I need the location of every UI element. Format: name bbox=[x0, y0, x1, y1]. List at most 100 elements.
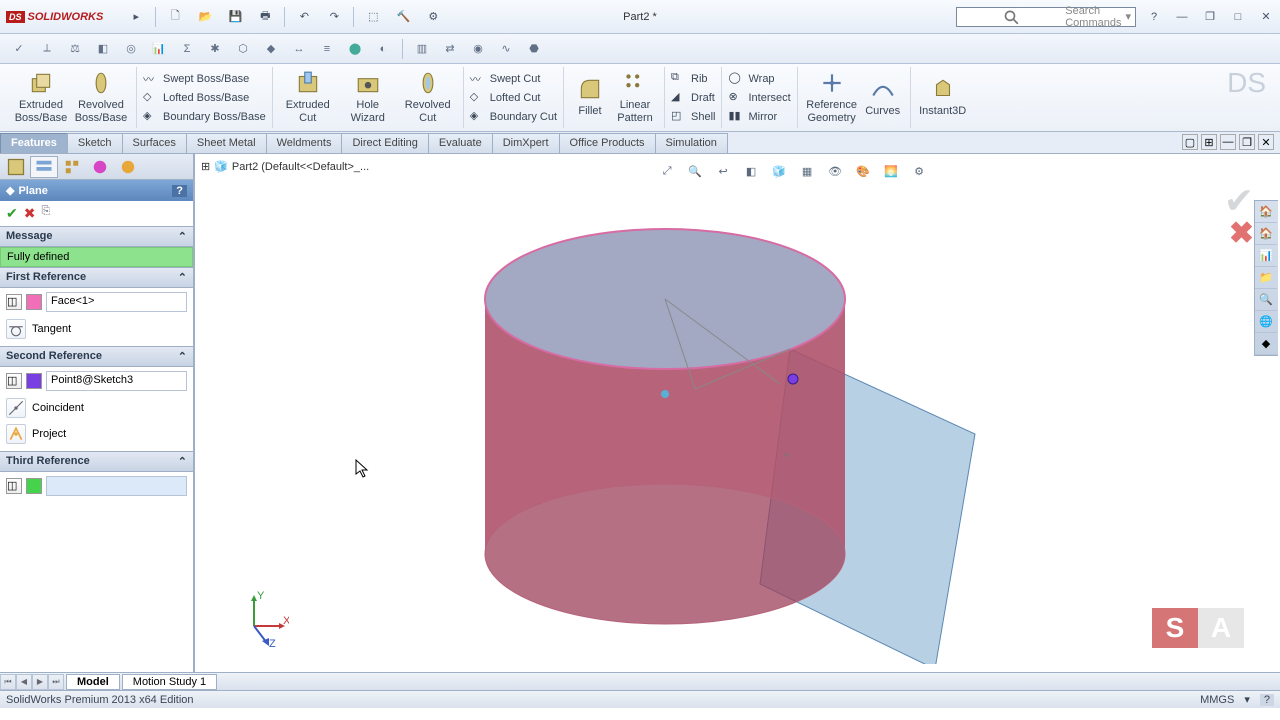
thickness-icon[interactable]: ▥ bbox=[411, 38, 433, 60]
tab-nav-next[interactable]: ▶ bbox=[32, 674, 48, 690]
dfm-icon[interactable]: ⬣ bbox=[523, 38, 545, 60]
redo-button[interactable]: ↷ bbox=[321, 5, 347, 29]
statistics-icon[interactable]: 📊 bbox=[148, 38, 170, 60]
close-button[interactable]: ✕ bbox=[1258, 9, 1274, 25]
viewport-close-icon[interactable]: ✕ bbox=[1258, 134, 1274, 150]
mass-props-icon[interactable]: ⚖ bbox=[64, 38, 86, 60]
custom-props-icon[interactable]: 🌐 bbox=[1255, 311, 1277, 333]
hole-wizard-button[interactable]: Hole Wizard bbox=[339, 70, 397, 125]
draft-analysis-icon[interactable]: ◐ bbox=[372, 38, 394, 60]
options-button[interactable]: ⚙ bbox=[420, 5, 446, 29]
selection-icon[interactable]: ◫ bbox=[6, 294, 22, 310]
pm-cancel-button[interactable]: ✖ bbox=[24, 205, 36, 222]
boundary-boss-button[interactable]: ◈Boundary Boss/Base bbox=[143, 109, 266, 125]
tab-model[interactable]: Model bbox=[66, 674, 120, 690]
project-option[interactable]: Project bbox=[6, 421, 187, 447]
extruded-boss-button[interactable]: Extruded Boss/Base bbox=[12, 70, 70, 125]
flow-icon[interactable]: ∿ bbox=[495, 38, 517, 60]
pm-tab-configuration[interactable] bbox=[58, 156, 86, 178]
tab-evaluate[interactable]: Evaluate bbox=[428, 133, 493, 153]
curves-button[interactable]: Curves bbox=[862, 70, 904, 125]
tab-features[interactable]: Features bbox=[0, 133, 68, 153]
pm-tab-dimxpert[interactable] bbox=[86, 156, 114, 178]
revolved-boss-button[interactable]: Revolved Boss/Base bbox=[72, 70, 130, 125]
pm-message-header[interactable]: Message⌃ bbox=[0, 226, 193, 247]
selection-icon[interactable]: ◫ bbox=[6, 478, 22, 494]
section-props-icon[interactable]: ◧ bbox=[92, 38, 114, 60]
tab-nav-prev[interactable]: ◀ bbox=[16, 674, 32, 690]
pm-tab-display[interactable] bbox=[114, 156, 142, 178]
tab-nav-last[interactable]: ⏭ bbox=[48, 674, 64, 690]
tangent-option[interactable]: Tangent bbox=[6, 316, 187, 342]
pm-help-button[interactable]: ? bbox=[172, 185, 187, 197]
instant3d-button[interactable]: Instant3D bbox=[917, 76, 969, 118]
maximize-button[interactable]: □ bbox=[1230, 9, 1246, 25]
rebuild-button[interactable]: 🔨 bbox=[390, 5, 416, 29]
import-diag-icon[interactable]: ◆ bbox=[260, 38, 282, 60]
coincident-option[interactable]: Coincident bbox=[6, 395, 187, 421]
appearances-icon[interactable]: 🔍 bbox=[1255, 289, 1277, 311]
spell-check-icon[interactable]: ✓ bbox=[8, 38, 30, 60]
graphics-viewport[interactable]: ⊞ 🧊 Part2 (Default<<Default>_... ⤢ 🔍 ↩ ◧… bbox=[195, 154, 1280, 672]
deviation-icon[interactable]: ↔ bbox=[288, 38, 310, 60]
save-button[interactable]: 💾 bbox=[222, 5, 248, 29]
open-button[interactable]: 📂 bbox=[192, 5, 218, 29]
tab-nav-first[interactable]: ⏮ bbox=[0, 674, 16, 690]
design-library-icon[interactable]: 🏠 bbox=[1255, 223, 1277, 245]
ref1-selection-field[interactable]: Face<1> bbox=[46, 292, 187, 312]
swept-cut-button[interactable]: 〰Swept Cut bbox=[470, 71, 557, 87]
rib-button[interactable]: ⧉Rib bbox=[671, 71, 715, 87]
selection-icon[interactable]: ◫ bbox=[6, 373, 22, 389]
status-units[interactable]: MMGS bbox=[1200, 694, 1234, 706]
compare-icon[interactable]: ⇄ bbox=[439, 38, 461, 60]
sensor-icon[interactable]: ◎ bbox=[120, 38, 142, 60]
minimize-button[interactable]: — bbox=[1174, 9, 1190, 25]
tab-sheet-metal[interactable]: Sheet Metal bbox=[186, 133, 267, 153]
view-palette-icon[interactable]: 📁 bbox=[1255, 267, 1277, 289]
print-button[interactable]: 🖶 bbox=[252, 5, 278, 29]
equations-icon[interactable]: Σ bbox=[176, 38, 198, 60]
status-help-icon[interactable]: ? bbox=[1260, 694, 1274, 706]
restore-button[interactable]: ❐ bbox=[1202, 9, 1218, 25]
lofted-cut-button[interactable]: ◇Lofted Cut bbox=[470, 90, 557, 106]
pm-third-ref-header[interactable]: Third Reference⌃ bbox=[0, 451, 193, 472]
curvature-icon[interactable]: ⬤ bbox=[344, 38, 366, 60]
simulation-icon[interactable]: ◉ bbox=[467, 38, 489, 60]
pm-ok-button[interactable]: ✔ bbox=[6, 205, 18, 222]
new-button[interactable]: 🗋 bbox=[162, 5, 188, 29]
help-button[interactable]: ? bbox=[1146, 9, 1162, 25]
swept-boss-button[interactable]: 〰Swept Boss/Base bbox=[143, 71, 266, 87]
tab-weldments[interactable]: Weldments bbox=[266, 133, 343, 153]
dropdown-icon[interactable]: ▸ bbox=[123, 5, 149, 29]
intersect-button[interactable]: ⊗Intersect bbox=[728, 90, 790, 106]
viewport-maximize-icon[interactable]: ❐ bbox=[1239, 134, 1255, 150]
axis-triad[interactable]: Y X Z bbox=[229, 591, 289, 654]
select-button[interactable]: ⬚ bbox=[360, 5, 386, 29]
lofted-boss-button[interactable]: ◇Lofted Boss/Base bbox=[143, 90, 266, 106]
wrap-button[interactable]: ◯Wrap bbox=[728, 71, 790, 87]
tab-simulation[interactable]: Simulation bbox=[655, 133, 728, 153]
tab-dimxpert[interactable]: DimXpert bbox=[492, 133, 560, 153]
tab-office-products[interactable]: Office Products bbox=[559, 133, 656, 153]
undo-button[interactable]: ↶ bbox=[291, 5, 317, 29]
zebra-icon[interactable]: ≡ bbox=[316, 38, 338, 60]
viewport-minimize-icon[interactable]: — bbox=[1220, 134, 1236, 150]
extruded-cut-button[interactable]: Extruded Cut bbox=[279, 70, 337, 125]
tab-sketch[interactable]: Sketch bbox=[67, 133, 123, 153]
mirror-button[interactable]: ▮▮Mirror bbox=[728, 109, 790, 125]
pm-second-ref-header[interactable]: Second Reference⌃ bbox=[0, 346, 193, 367]
ref2-selection-field[interactable]: Point8@Sketch3 bbox=[46, 371, 187, 391]
pm-tab-feature-tree[interactable] bbox=[2, 156, 30, 178]
ref3-selection-field[interactable] bbox=[46, 476, 187, 496]
shell-button[interactable]: ◰Shell bbox=[671, 109, 715, 125]
search-commands-input[interactable]: Search Commands ▾ bbox=[956, 7, 1136, 27]
tab-motion-study-1[interactable]: Motion Study 1 bbox=[122, 674, 217, 690]
tab-surfaces[interactable]: Surfaces bbox=[122, 133, 187, 153]
pm-tab-property-manager[interactable] bbox=[30, 156, 58, 178]
chevron-down-icon[interactable]: ▾ bbox=[1125, 10, 1131, 23]
viewport-split-icon[interactable]: ⊞ bbox=[1201, 134, 1217, 150]
fillet-button[interactable]: Fillet bbox=[570, 70, 610, 125]
revolved-cut-button[interactable]: Revolved Cut bbox=[399, 70, 457, 125]
status-chevron-icon[interactable]: ▾ bbox=[1244, 693, 1250, 706]
check-icon[interactable]: ✱ bbox=[204, 38, 226, 60]
